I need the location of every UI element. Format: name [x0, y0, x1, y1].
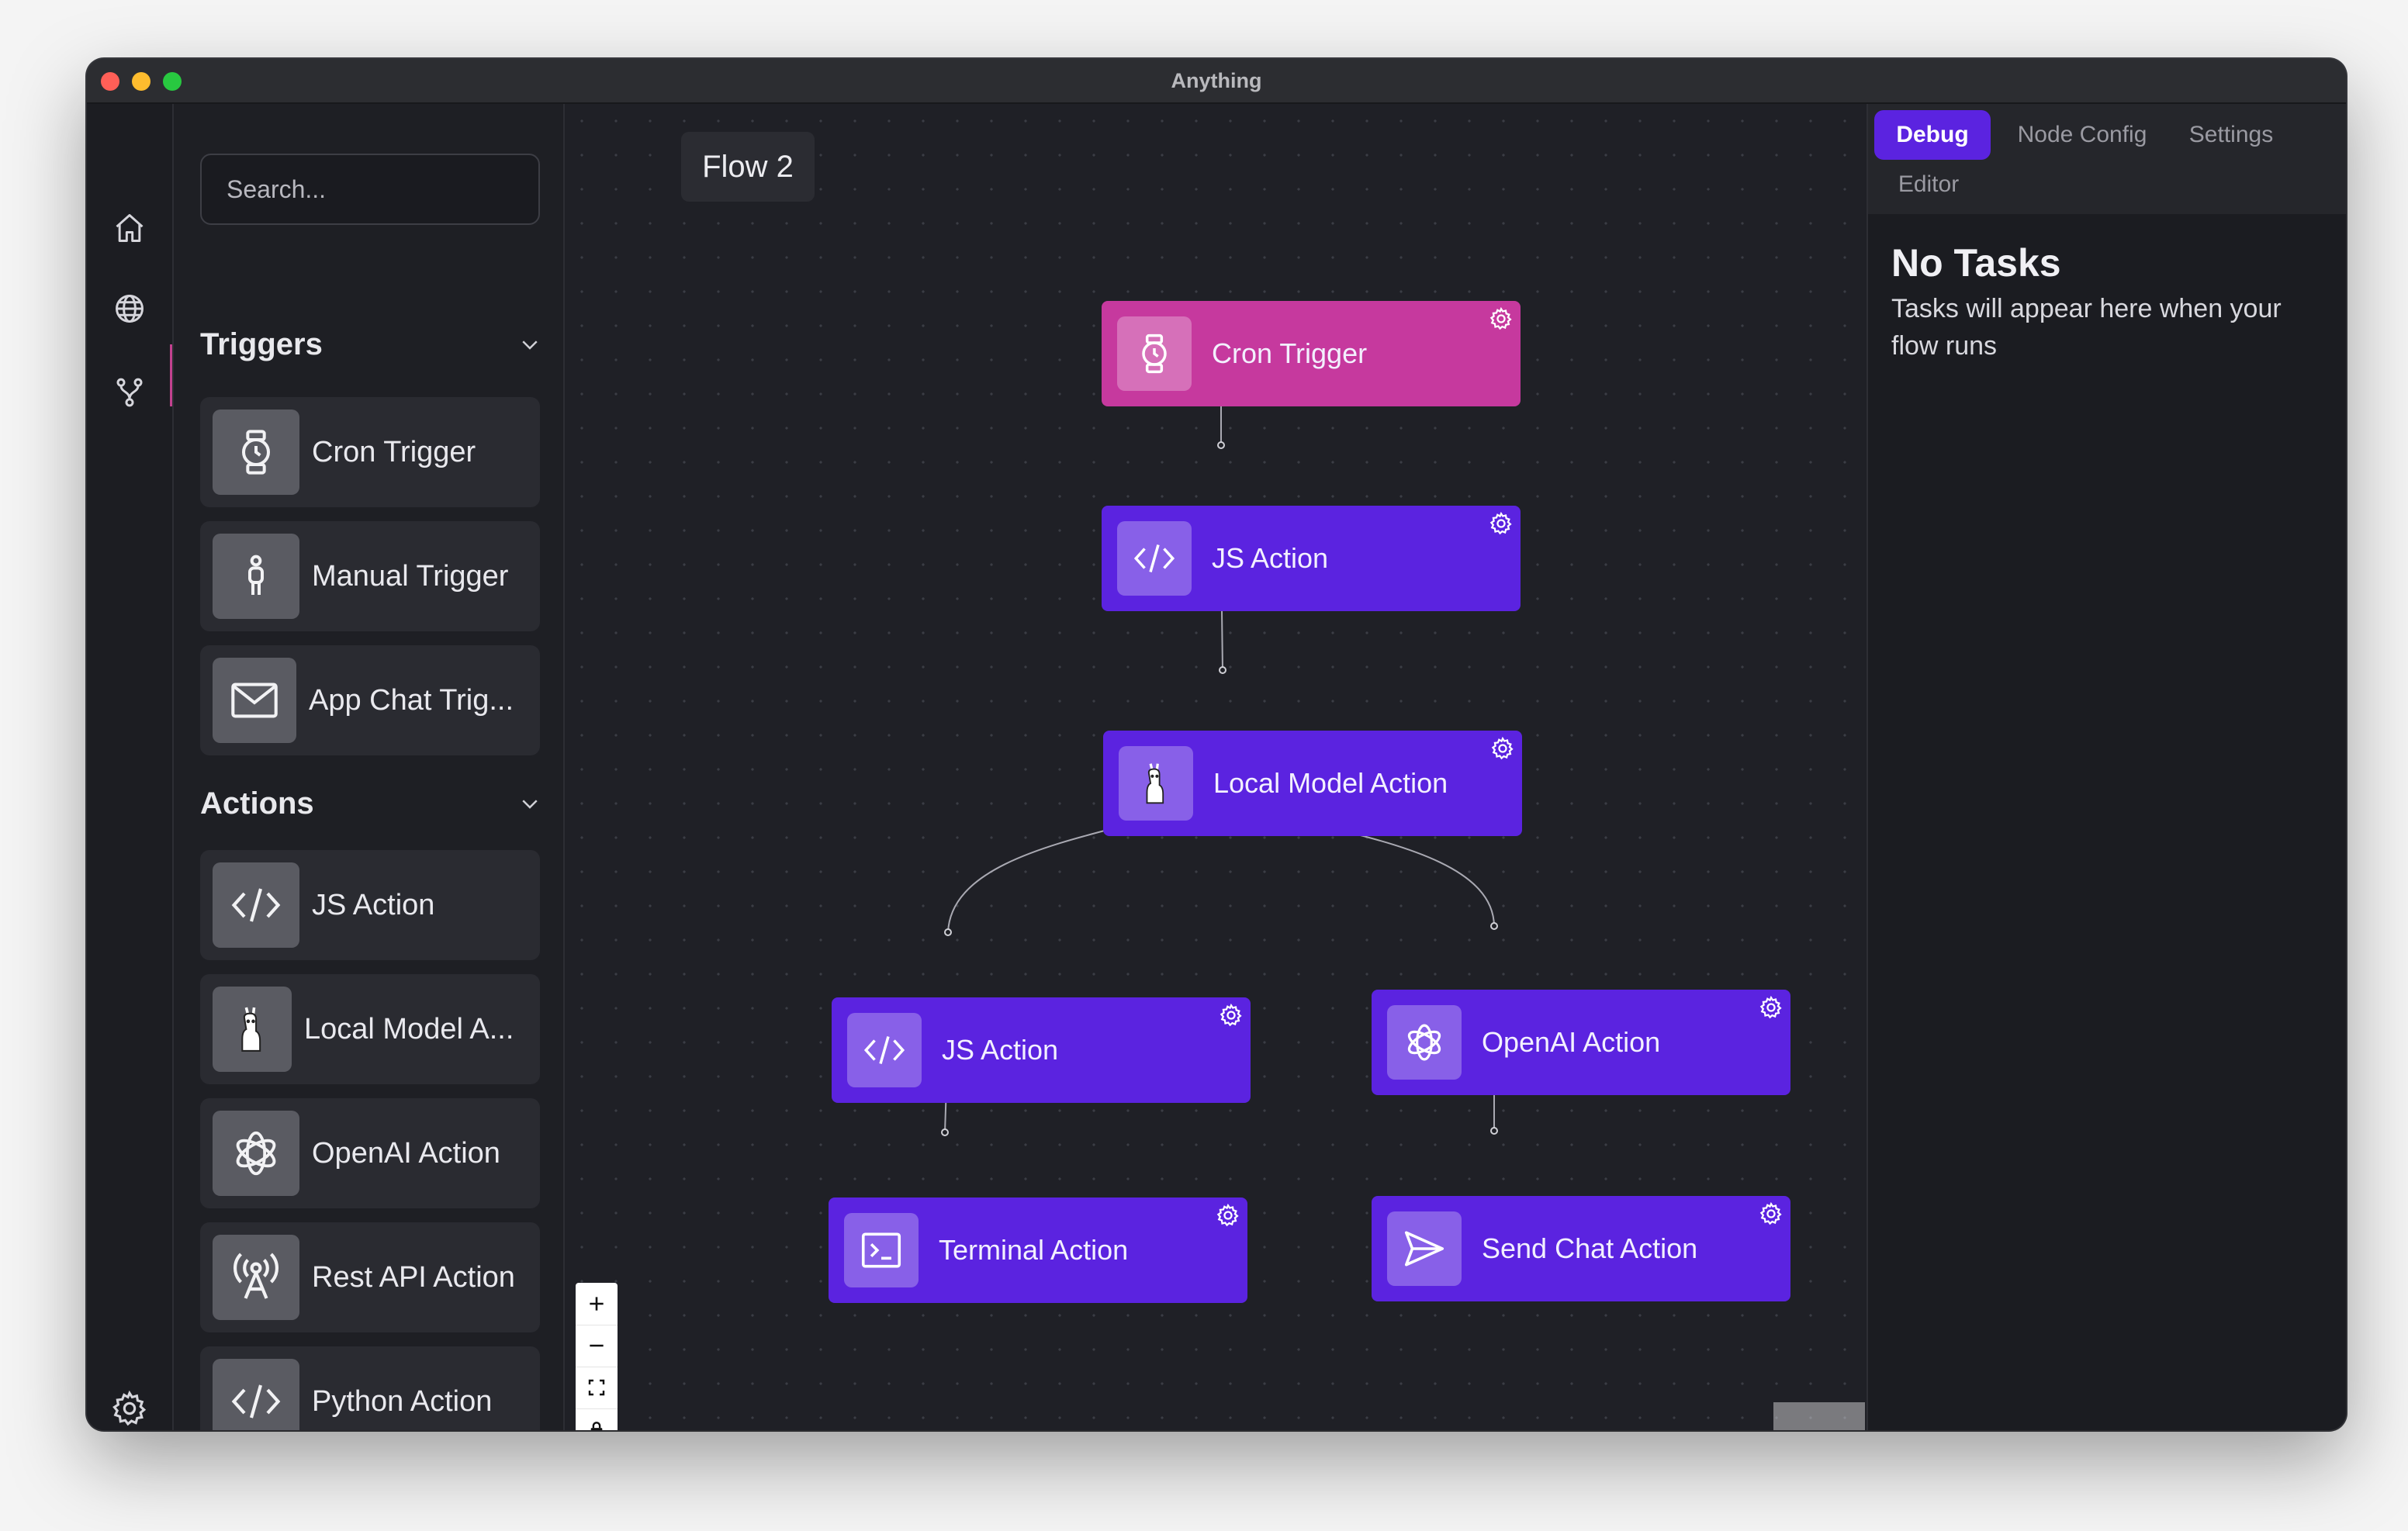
watch-icon	[1117, 316, 1192, 391]
flow-node-js-action[interactable]: JS Action	[832, 997, 1251, 1103]
node-settings-icon[interactable]	[1489, 735, 1516, 762]
node-label: Terminal Action	[939, 1234, 1129, 1266]
node-settings-icon[interactable]	[1488, 510, 1514, 537]
home-icon[interactable]	[108, 206, 151, 250]
library-item-local-model-action[interactable]: Local Model A...	[200, 974, 540, 1084]
llama-icon	[213, 987, 292, 1072]
library-item-label: JS Action	[312, 889, 435, 921]
actions-title: Actions	[200, 786, 314, 821]
library-item-rest-api-action[interactable]: Rest API Action	[200, 1222, 540, 1332]
inspector-panel: Debug Node Config Settings Editor No Tas…	[1867, 104, 2346, 1430]
triggers-section-header[interactable]: Triggers	[200, 321, 541, 368]
library-item-app-chat-trigger[interactable]: App Chat Trig...	[200, 645, 540, 755]
library-item-label: App Chat Trig...	[309, 684, 514, 717]
library-item-label: Rest API Action	[312, 1261, 515, 1294]
search-input[interactable]	[200, 154, 540, 225]
chevron-down-icon	[522, 340, 538, 350]
library-item-label: OpenAI Action	[312, 1137, 500, 1170]
empty-state-description: Tasks will appear here when your flow ru…	[1891, 294, 2282, 361]
send-icon	[1387, 1211, 1462, 1286]
node-label: Send Chat Action	[1482, 1232, 1698, 1264]
node-label: JS Action	[1212, 542, 1329, 574]
node-label: Cron Trigger	[1212, 337, 1368, 369]
handle[interactable]	[1490, 1127, 1498, 1135]
gear-icon[interactable]	[108, 1387, 151, 1430]
library-item-label: Local Model A...	[304, 1013, 514, 1045]
node-library: Triggers Cron Trigger Manual Trigger App…	[174, 104, 565, 1430]
nav-rail	[87, 104, 174, 1430]
code-icon	[213, 1359, 299, 1430]
mail-icon	[213, 658, 296, 743]
flows-icon[interactable]	[108, 371, 151, 414]
handle[interactable]	[1217, 441, 1225, 449]
canvas-attribution[interactable]	[1773, 1402, 1865, 1430]
flow-node-send-chat-action[interactable]: Send Chat Action	[1372, 1196, 1790, 1301]
handle[interactable]	[941, 1128, 949, 1136]
title-bar: Anything	[87, 59, 2346, 104]
window-title: Anything	[1171, 69, 1262, 92]
chevron-down-icon	[522, 800, 538, 809]
flow-canvas[interactable]: Flow 2 Cron Trigger JS Action Local Mode…	[565, 104, 1865, 1430]
library-item-python-action[interactable]: Python Action	[200, 1346, 540, 1430]
fit-view-icon[interactable]	[576, 1367, 618, 1409]
library-item-js-action[interactable]: JS Action	[200, 850, 540, 960]
code-icon	[1117, 521, 1192, 596]
openai-icon	[213, 1111, 299, 1196]
node-label: JS Action	[942, 1034, 1059, 1066]
tab-debug[interactable]: Debug	[1874, 110, 1991, 160]
flow-node-js-action[interactable]: JS Action	[1102, 506, 1521, 611]
globe-icon[interactable]	[108, 287, 151, 330]
lock-icon[interactable]	[576, 1408, 618, 1430]
node-label: OpenAI Action	[1482, 1026, 1661, 1058]
library-item-label: Python Action	[312, 1385, 493, 1418]
node-label: Local Model Action	[1213, 767, 1448, 799]
library-item-manual-trigger[interactable]: Manual Trigger	[200, 521, 540, 631]
flow-node-cron-trigger[interactable]: Cron Trigger	[1102, 301, 1521, 406]
actions-section-header[interactable]: Actions	[200, 780, 541, 827]
library-item-openai-action[interactable]: OpenAI Action	[200, 1098, 540, 1208]
canvas-controls	[576, 1283, 618, 1430]
tab-editor[interactable]: Editor	[1874, 160, 1983, 209]
active-indicator	[170, 344, 172, 406]
terminal-icon	[844, 1213, 919, 1287]
flow-node-local-model-action[interactable]: Local Model Action	[1103, 731, 1522, 836]
node-settings-icon[interactable]	[1488, 306, 1514, 332]
flow-node-terminal-action[interactable]: Terminal Action	[829, 1197, 1247, 1303]
openai-icon	[1387, 1005, 1462, 1080]
empty-state-title: No Tasks	[1891, 241, 2061, 285]
node-settings-icon[interactable]	[1215, 1202, 1241, 1229]
triggers-title: Triggers	[200, 327, 323, 361]
tab-settings[interactable]: Settings	[2177, 110, 2285, 160]
handle[interactable]	[1219, 666, 1226, 674]
code-icon	[847, 1013, 922, 1087]
panel-tabs: Debug Node Config Settings Editor	[1868, 104, 2346, 214]
flow-node-openai-action[interactable]: OpenAI Action	[1372, 990, 1790, 1095]
library-item-cron-trigger[interactable]: Cron Trigger	[200, 397, 540, 507]
node-settings-icon[interactable]	[1758, 1201, 1784, 1227]
antenna-icon	[213, 1235, 299, 1320]
tab-node-config[interactable]: Node Config	[2005, 110, 2160, 160]
zoom-in-icon[interactable]	[576, 1283, 618, 1325]
library-item-label: Cron Trigger	[312, 436, 476, 468]
code-icon	[213, 862, 299, 948]
handle[interactable]	[1490, 922, 1498, 930]
library-item-label: Manual Trigger	[312, 560, 509, 593]
person-icon	[213, 534, 299, 619]
zoom-out-icon[interactable]	[576, 1325, 618, 1367]
watch-icon	[213, 410, 299, 495]
handle[interactable]	[944, 928, 952, 936]
node-settings-icon[interactable]	[1218, 1002, 1244, 1028]
app-window: Anything Triggers Cron Trigger	[87, 59, 2346, 1430]
node-settings-icon[interactable]	[1758, 994, 1784, 1021]
llama-icon	[1119, 746, 1193, 821]
